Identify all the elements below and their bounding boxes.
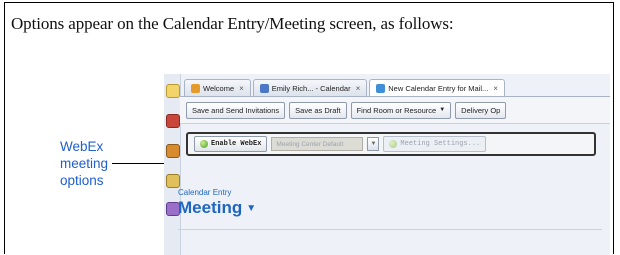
tab-calendar[interactable]: Emily Rich... - Calendar × (252, 79, 368, 96)
tab-calendar-label: Emily Rich... - Calendar (271, 83, 351, 93)
entry-title[interactable]: Meeting ▼ (178, 198, 256, 218)
contacts-icon[interactable] (166, 144, 180, 158)
action-toolbar: Save and Send Invitations Save as Draft … (180, 96, 610, 124)
entry-title-label: Meeting (178, 198, 243, 217)
callout-line-1: WebEx (60, 139, 104, 154)
chevron-down-icon: ▼ (439, 107, 446, 113)
calendar-icon (259, 83, 269, 93)
close-icon[interactable]: × (493, 84, 498, 93)
find-room-button[interactable]: Find Room or Resource ▼ (350, 101, 452, 119)
meeting-center-select[interactable]: Meeting Center Default (271, 137, 364, 151)
todo-icon[interactable] (166, 174, 180, 188)
tab-welcome-label: Welcome (203, 83, 235, 93)
calendar-entry-icon (376, 83, 386, 93)
webex-callout-label: WebEx meeting options (60, 138, 120, 189)
enable-webex-button[interactable]: Enable WebEx (194, 136, 268, 152)
webex-ball-icon (200, 140, 208, 148)
webex-ball-icon (389, 140, 398, 148)
find-room-label: Find Room or Resource (356, 105, 437, 115)
calendar-entry-screenshot: Welcome × Emily Rich... - Calendar × New… (164, 74, 610, 255)
home-icon (191, 83, 200, 93)
chevron-down-icon[interactable]: ▼ (367, 137, 380, 151)
delivery-options-button[interactable]: Delivery Op (455, 101, 507, 119)
close-icon[interactable]: × (239, 84, 244, 93)
save-as-draft-button[interactable]: Save as Draft (289, 101, 347, 119)
callout-line-2: meeting (60, 156, 109, 171)
tab-new-calendar-entry[interactable]: New Calendar Entry for Mail... × (369, 79, 505, 96)
calendar-rail-icon[interactable] (166, 114, 180, 128)
meeting-settings-button[interactable]: Meeting Settings... (383, 136, 487, 152)
enable-webex-label: Enable WebEx (211, 140, 262, 148)
callout-line-3: options (60, 173, 104, 188)
content-divider (178, 229, 602, 230)
webex-options-bar: Enable WebEx Meeting Center Default ▼ Me… (186, 132, 596, 156)
save-and-send-button[interactable]: Save and Send Invitations (186, 101, 286, 119)
intro-text: Options appear on the Calendar Entry/Mee… (11, 14, 454, 33)
left-icon-rail (164, 74, 181, 255)
entry-subtitle: Calendar Entry (178, 188, 232, 197)
tab-new-entry-label: New Calendar Entry for Mail... (388, 83, 489, 93)
meeting-settings-label: Meeting Settings... (400, 140, 481, 148)
tab-welcome[interactable]: Welcome × (184, 79, 251, 96)
mail-icon[interactable] (166, 84, 180, 98)
tab-strip: Welcome × Emily Rich... - Calendar × New… (180, 78, 610, 96)
chevron-down-icon: ▼ (246, 202, 257, 214)
close-icon[interactable]: × (356, 84, 361, 93)
